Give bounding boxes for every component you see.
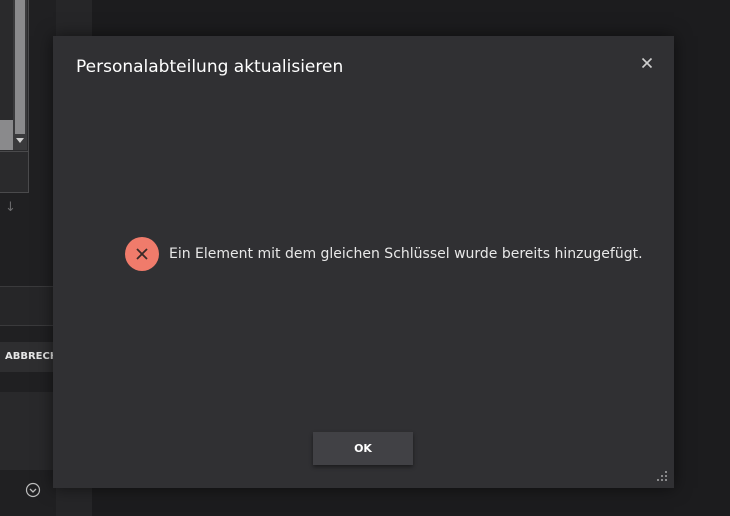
close-icon[interactable] [638,54,656,72]
down-arrow-icon: ↓ [5,200,16,215]
background-list-item-selected[interactable] [0,120,13,150]
update-dialog: Personalabteilung aktualisieren Ein Elem… [53,36,674,488]
background-lower-panel [0,392,56,470]
ok-button[interactable]: OK [313,432,413,465]
expand-circle-chevron-icon[interactable] [25,482,41,498]
scroll-down-arrow-icon[interactable] [16,138,24,143]
error-message-row: Ein Element mit dem gleichen Schlüssel w… [125,237,643,271]
app-window: ↓ ABBRECH Personalabteilung aktualisiere… [0,0,730,516]
background-listbox-content [0,0,28,152]
dialog-title: Personalabteilung aktualisieren [76,57,344,77]
background-listbox[interactable] [0,0,29,193]
error-message-text: Ein Element mit dem gleichen Schlüssel w… [169,246,643,262]
background-scrollbar[interactable] [13,0,27,150]
background-cancel-button[interactable]: ABBRECH [0,342,56,372]
error-icon [125,237,159,271]
background-input-row [0,286,56,326]
background-scrollbar-thumb[interactable] [15,0,25,134]
resize-grip-icon[interactable] [656,470,668,482]
